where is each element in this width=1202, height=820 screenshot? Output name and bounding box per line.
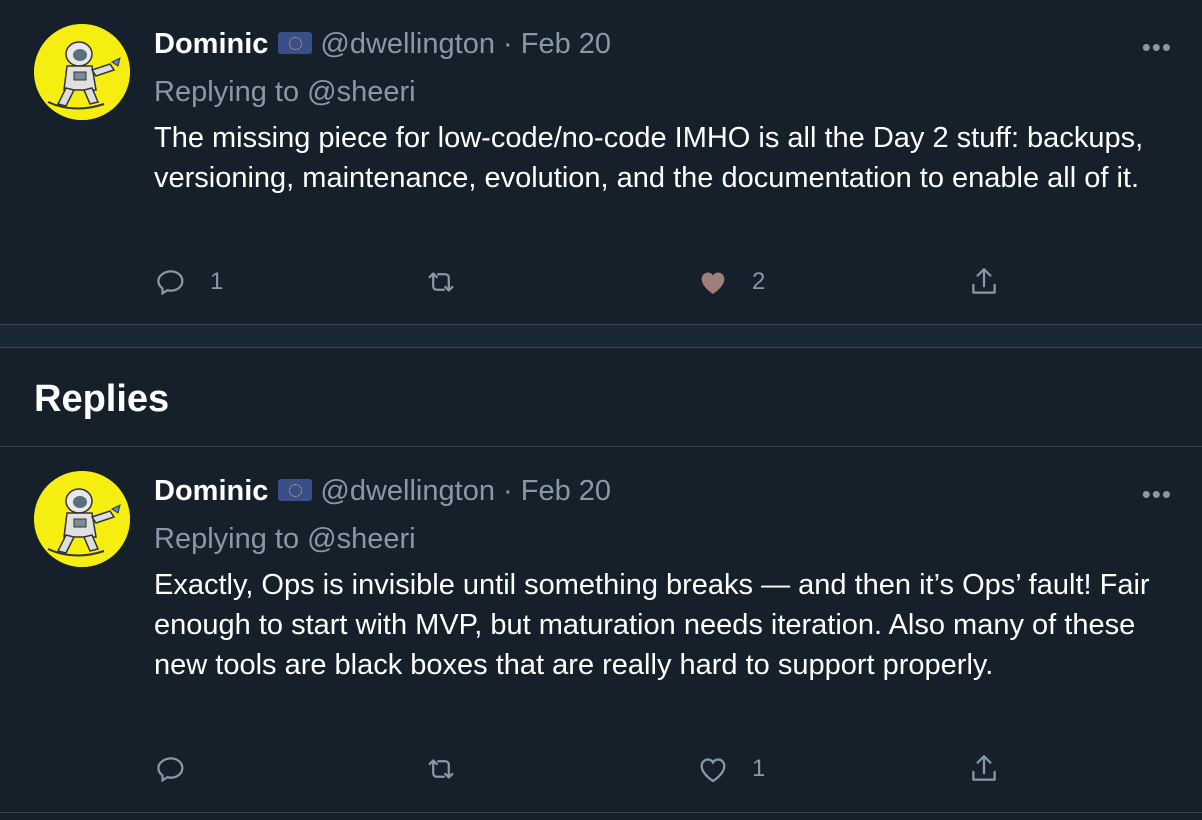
reply-button[interactable]: 1 xyxy=(154,262,223,302)
separator: · xyxy=(503,475,513,507)
replies-header: Replies xyxy=(0,348,1202,447)
author-handle[interactable]: @dwellington xyxy=(320,28,495,60)
share-icon xyxy=(972,268,996,294)
section-divider xyxy=(0,325,1202,348)
like-button[interactable]: 2 xyxy=(696,262,765,302)
replying-to[interactable]: Replying to @sheeri xyxy=(154,76,416,109)
like-count: 2 xyxy=(752,268,766,295)
more-icon[interactable]: ••• xyxy=(1142,32,1172,63)
retweet-icon xyxy=(428,759,454,779)
author-name[interactable]: Dominic xyxy=(154,475,268,507)
reply-icon xyxy=(157,757,184,783)
like-icon xyxy=(701,272,725,295)
avatar[interactable] xyxy=(34,24,130,120)
replying-to[interactable]: Replying to @sheeri xyxy=(154,523,416,556)
astronaut-icon xyxy=(34,24,130,120)
tweet-actions: 1 2 xyxy=(154,262,1054,302)
tweet[interactable]: Dominic @dwellington · Feb 20 ••• Replyin… xyxy=(0,447,1202,813)
like-count: 1 xyxy=(752,755,766,782)
share-button[interactable] xyxy=(967,749,1001,789)
tweet-text: Exactly, Ops is invisible until somethin… xyxy=(154,569,1150,681)
replies-title: Replies xyxy=(34,378,170,420)
retweet-icon xyxy=(428,272,454,292)
tweet-actions: 1 xyxy=(154,749,1054,789)
separator: · xyxy=(503,28,513,60)
tweet-text: The missing piece for low-code/no-code I… xyxy=(154,122,1144,194)
flag-icon xyxy=(278,479,313,502)
author-name[interactable]: Dominic xyxy=(154,28,268,60)
flag-icon xyxy=(278,32,313,55)
tweet-header: Dominic @dwellington · Feb 20 xyxy=(154,28,611,61)
reply-button[interactable] xyxy=(154,749,210,789)
like-icon xyxy=(700,758,726,783)
tweet-date[interactable]: Feb 20 xyxy=(521,28,611,60)
tweet-header: Dominic @dwellington · Feb 20 xyxy=(154,475,611,508)
retweet-button[interactable] xyxy=(424,749,480,789)
reply-count: 1 xyxy=(210,268,224,295)
more-icon[interactable]: ••• xyxy=(1142,479,1172,510)
share-icon xyxy=(972,755,996,781)
avatar[interactable] xyxy=(34,471,130,567)
retweet-button[interactable] xyxy=(424,262,480,302)
reply-icon xyxy=(157,270,184,296)
share-button[interactable] xyxy=(967,262,1001,302)
like-button[interactable]: 1 xyxy=(696,749,765,789)
tweet-date[interactable]: Feb 20 xyxy=(521,475,611,507)
author-handle[interactable]: @dwellington xyxy=(320,475,495,507)
tweet[interactable]: Dominic @dwellington · Feb 20 ••• Replyin… xyxy=(0,0,1202,325)
astronaut-icon xyxy=(34,471,130,567)
